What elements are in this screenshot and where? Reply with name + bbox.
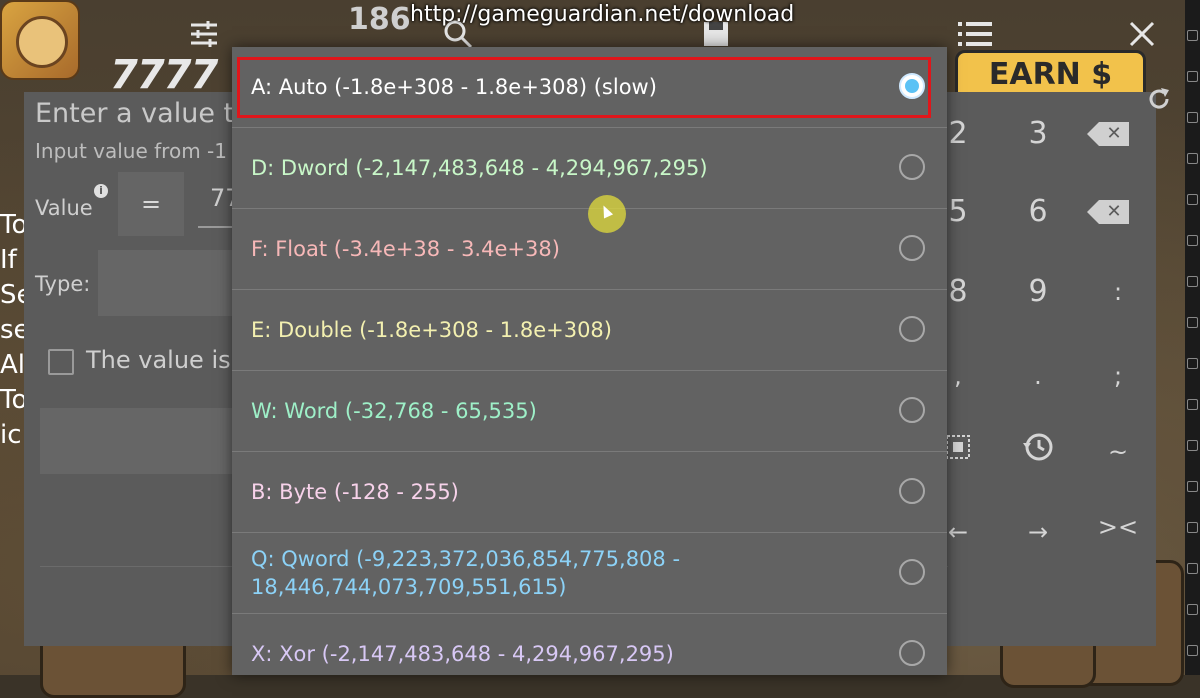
game-edge-text: ic — [0, 420, 22, 450]
value-checkbox[interactable] — [48, 349, 74, 375]
dialog-action-area[interactable] — [40, 408, 240, 474]
key-9[interactable]: 9 — [1003, 262, 1073, 322]
radio-icon[interactable] — [899, 154, 925, 180]
type-option-label: E: Double (-1.8e+308 - 1.8e+308) — [251, 318, 612, 342]
type-option-label: D: Dword (-2,147,483,648 - 4,294,967,295… — [251, 156, 708, 180]
type-option-xor[interactable]: X: Xor (-2,147,483,648 - 4,294,967,295) — [232, 614, 947, 675]
backspace-key[interactable]: ✕ — [1083, 104, 1153, 164]
radio-icon[interactable] — [899, 235, 925, 261]
key-tilde[interactable]: ~ — [1083, 422, 1153, 482]
key-swap[interactable]: >< — [1083, 497, 1153, 557]
radio-icon[interactable] — [899, 640, 925, 666]
radio-icon[interactable] — [899, 559, 925, 585]
key-right[interactable]: → — [1003, 502, 1073, 562]
type-option-dword[interactable]: D: Dword (-2,147,483,648 - 4,294,967,295… — [232, 128, 947, 209]
type-option-label: B: Byte (-128 - 255) — [251, 480, 459, 504]
type-option-qword[interactable]: Q: Qword (-9,223,372,036,854,775,808 - 1… — [232, 533, 947, 614]
selection-highlight-box — [237, 57, 931, 118]
value-keypad: 2 3 ✕ 5 6 ✕ 8 9 : , . ; ~ ← → >< — [946, 92, 1156, 572]
value-label: Value — [35, 196, 93, 220]
type-option-word[interactable]: W: Word (-32,768 - 65,535) — [232, 371, 947, 452]
system-side-strip — [1185, 0, 1200, 675]
type-option-byte[interactable]: B: Byte (-128 - 255) — [232, 452, 947, 533]
key-dot[interactable]: . — [1003, 346, 1073, 406]
game-edge-text: Al — [0, 350, 26, 380]
game-edge-text: If — [0, 245, 17, 275]
type-option-label: F: Float (-3.4e+38 - 3.4e+38) — [251, 237, 560, 261]
info-icon[interactable]: i — [94, 184, 108, 198]
list-icon[interactable] — [955, 18, 995, 58]
type-option-label: W: Word (-32,768 - 65,535) — [251, 399, 537, 423]
history-icon[interactable] — [1003, 417, 1073, 477]
type-option-label: Q: Qword (-9,223,372,036,854,775,808 - 1… — [251, 547, 681, 599]
type-label: Type: — [35, 272, 91, 296]
type-selector[interactable] — [98, 250, 238, 316]
radio-icon[interactable] — [899, 316, 925, 342]
operator-button[interactable]: = — [118, 172, 184, 236]
key-colon[interactable]: : — [1083, 262, 1153, 322]
key-semicolon[interactable]: ; — [1083, 346, 1153, 406]
clear-icon: ✕ — [1087, 200, 1129, 224]
dialog-title: Enter a value to — [35, 98, 251, 129]
clear-key[interactable]: ✕ — [1083, 182, 1153, 242]
key-3[interactable]: 3 — [1003, 104, 1073, 164]
dialog-subtitle: Input value from -1 — [35, 139, 227, 163]
key-6[interactable]: 6 — [1003, 182, 1073, 242]
refresh-icon[interactable] — [1146, 86, 1174, 114]
type-selection-menu: A: Auto (-1.8e+308 - 1.8e+308) (slow) D:… — [232, 47, 947, 675]
close-icon[interactable] — [1122, 18, 1162, 58]
sliders-icon[interactable] — [184, 18, 224, 58]
type-option-double[interactable]: E: Double (-1.8e+308 - 1.8e+308) — [232, 290, 947, 371]
radio-icon[interactable] — [899, 478, 925, 504]
type-option-label: X: Xor (-2,147,483,648 - 4,294,967,295) — [251, 642, 674, 666]
value-checkbox-label: The value is — [86, 346, 231, 374]
backspace-icon: ✕ — [1087, 122, 1129, 146]
radio-icon[interactable] — [899, 397, 925, 423]
download-url[interactable]: http://gameguardian.net/download — [410, 2, 794, 27]
